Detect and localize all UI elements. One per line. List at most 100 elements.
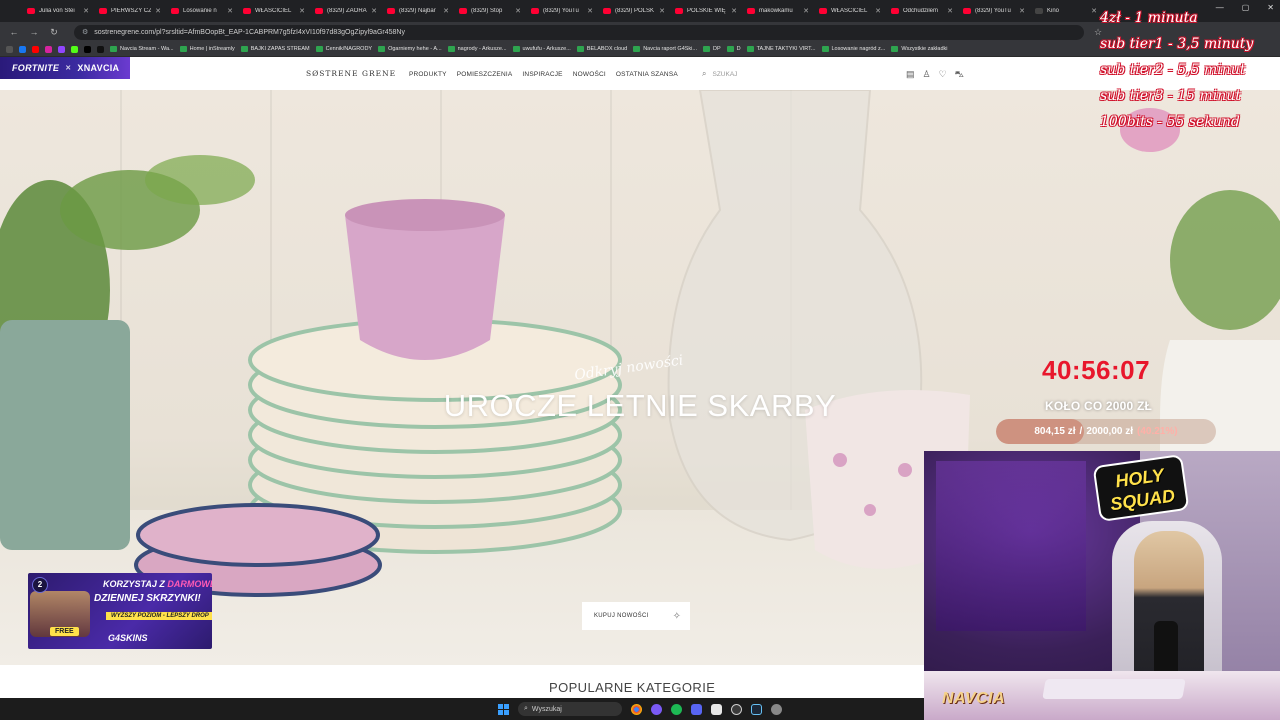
spotify-icon[interactable]: [671, 703, 682, 715]
close-tab-icon[interactable]: ✕: [83, 7, 89, 15]
store-icon[interactable]: ▤: [906, 69, 915, 81]
twitch-icon[interactable]: [58, 45, 65, 53]
bookmark-item[interactable]: Navcia raport G4Ski...: [633, 46, 697, 52]
account-icon[interactable]: ♙: [923, 69, 931, 81]
browser-tab[interactable]: POLSKIE WIĘ ✕: [670, 2, 742, 20]
bookmark-icon: [315, 46, 323, 52]
nav-item[interactable]: NOWOŚCI: [573, 71, 606, 78]
close-tab-icon[interactable]: ✕: [659, 7, 665, 15]
keyboard: [1042, 679, 1186, 699]
bookmark-item[interactable]: TAJNE TAKTYKI VIRT...: [746, 46, 816, 52]
level-badge: 2: [32, 577, 48, 593]
close-tab-icon[interactable]: ✕: [299, 7, 305, 15]
tab-title: PIERWSZY CZ: [111, 8, 152, 14]
cart-icon[interactable]: ⛍: [955, 69, 964, 81]
nav-item[interactable]: INSPIRACJE: [522, 71, 562, 78]
close-tab-icon[interactable]: ✕: [1091, 7, 1097, 15]
webcam-name-logo: NAVCIA: [942, 690, 1006, 707]
browser-tab[interactable]: Losowanie n ✕: [166, 2, 238, 20]
tab-title: (8329) Stop: [471, 8, 503, 14]
bookmark-item[interactable]: uwufufu - Arkusze...: [512, 46, 571, 52]
close-tab-icon[interactable]: ✕: [1019, 7, 1025, 15]
x-icon[interactable]: [84, 45, 91, 53]
nav-item[interactable]: POMIESZCZENIA: [457, 71, 513, 78]
sponsor-banner: 2 KORZYSTAJ Z DARMOWEJ DZIENNEJ SKRZYNKI…: [28, 573, 212, 649]
bookmark-icon: [447, 46, 455, 52]
forward-icon[interactable]: →: [28, 27, 40, 37]
close-tab-icon[interactable]: ✕: [731, 7, 737, 15]
chrome-icon[interactable]: [631, 703, 642, 715]
search-icon: ⌕: [702, 69, 707, 78]
close-tab-icon[interactable]: ✕: [155, 7, 161, 15]
browser-tab[interactable]: (8329) YouTu ✕: [958, 2, 1030, 20]
steam-icon[interactable]: [751, 703, 762, 715]
obs-icon[interactable]: [731, 703, 742, 715]
bookmark-item[interactable]: Navcia Stream - Wa...: [110, 46, 174, 52]
close-tab-icon[interactable]: ✕: [515, 7, 521, 15]
explorer-icon[interactable]: [711, 703, 722, 715]
facebook-icon[interactable]: [19, 45, 26, 53]
app-icon[interactable]: [651, 703, 662, 715]
close-tab-icon[interactable]: ✕: [227, 7, 233, 15]
browser-tab[interactable]: Julia von Stei ✕: [22, 2, 94, 20]
bookmark-item[interactable]: nagrody - Arkusze...: [447, 46, 507, 52]
settings-icon[interactable]: [771, 703, 782, 715]
hero-title: UROCZE LETNIE SKARBY: [443, 388, 837, 423]
kick-icon[interactable]: [71, 45, 78, 53]
site-logo[interactable]: SØSTRENE GRENE: [306, 69, 396, 78]
nav-item[interactable]: PRODUKTY: [409, 71, 447, 78]
browser-tab[interactable]: Kino ✕: [1030, 2, 1102, 20]
tab-title: WŁAŚCICIEL: [255, 8, 292, 14]
browser-tab[interactable]: (8329) Najbar ✕: [382, 2, 454, 20]
browser-tab[interactable]: (8329) Stop ✕: [454, 2, 526, 20]
tab-title: (8329) YouTu: [543, 8, 579, 14]
discord-icon[interactable]: [691, 703, 702, 715]
back-icon[interactable]: ←: [8, 27, 20, 37]
close-tab-icon[interactable]: ✕: [875, 7, 881, 15]
address-bar[interactable]: ⚙ sostrenegrene.com/pl?srsltid=AfmBOopBt…: [74, 24, 1084, 40]
windows-start-icon[interactable]: [498, 703, 509, 715]
close-tab-icon[interactable]: ✕: [947, 7, 953, 15]
close-tab-icon[interactable]: ✕: [443, 7, 449, 15]
browser-tab[interactable]: WŁAŚCICIEL ✕: [814, 2, 886, 20]
bookmark-item[interactable]: DP: [702, 46, 721, 52]
bookmark-icon: [746, 46, 754, 52]
vase-illustration: [1120, 108, 1280, 510]
close-tab-icon[interactable]: ✕: [803, 7, 809, 15]
search-icon: ⌕: [524, 705, 528, 712]
wishlist-icon[interactable]: ♡: [939, 69, 947, 81]
browser-tab[interactable]: WŁAŚCICIEL ✕: [238, 2, 310, 20]
instagram-icon[interactable]: [45, 45, 52, 53]
bookmark-label: TAJNE TAKTYKI VIRT...: [756, 46, 816, 52]
bookmark-item[interactable]: Home | inStreamly: [179, 46, 235, 52]
bookmark-item[interactable]: BELABOX cloud: [576, 46, 627, 52]
bookmark-item[interactable]: Cennik/NAGRODY: [315, 46, 372, 52]
site-search[interactable]: ⌕ SZUKAJ: [702, 67, 882, 81]
bookmark-label: uwufufu - Arkusze...: [522, 46, 571, 52]
browser-tab[interactable]: (8329) POLSK ✕: [598, 2, 670, 20]
shop-new-button[interactable]: KUPUJ NOWOŚCI ✧: [582, 602, 690, 630]
browser-toolbar: ← → ↻ ⚙ sostrenegrene.com/pl?srsltid=Afm…: [0, 22, 1280, 42]
bookmark-item[interactable]: Ogarniemy hehe - A...: [378, 46, 442, 52]
taskbar-search[interactable]: ⌕ Wyszukaj: [518, 702, 622, 716]
cup-illustration: [345, 199, 505, 360]
youtube-icon[interactable]: [32, 45, 39, 53]
reload-icon[interactable]: ↻: [48, 27, 60, 38]
site-info-icon[interactable]: ⚙: [82, 28, 88, 36]
tiktok-icon[interactable]: [97, 45, 104, 53]
close-tab-icon[interactable]: ✕: [371, 7, 377, 15]
browser-tab[interactable]: makowkamu ✕: [742, 2, 814, 20]
browser-tab[interactable]: PIERWSZY CZ ✕: [94, 2, 166, 20]
bookmark-item[interactable]: BAJKI ZAPAS STREAM: [240, 46, 310, 52]
bookmark-item[interactable]: Losowanie nagród z...: [821, 46, 885, 52]
browser-tab[interactable]: (8329) ZAORA ✕: [310, 2, 382, 20]
taskbar-search-placeholder: Wyszukaj: [531, 705, 562, 713]
browser-tab[interactable]: (8329) YouTu ✕: [526, 2, 598, 20]
close-tab-icon[interactable]: ✕: [587, 7, 593, 15]
apps-icon[interactable]: [6, 45, 13, 53]
bookmark-item[interactable]: D: [726, 46, 741, 52]
bookmark-label: BAJKI ZAPAS STREAM: [250, 46, 310, 52]
nav-item[interactable]: OSTATNIA SZANSA: [616, 71, 678, 78]
browser-tab[interactable]: Odchudzilem ✕: [886, 2, 958, 20]
bookmark-item[interactable]: Wszystkie zakładki: [891, 46, 947, 52]
